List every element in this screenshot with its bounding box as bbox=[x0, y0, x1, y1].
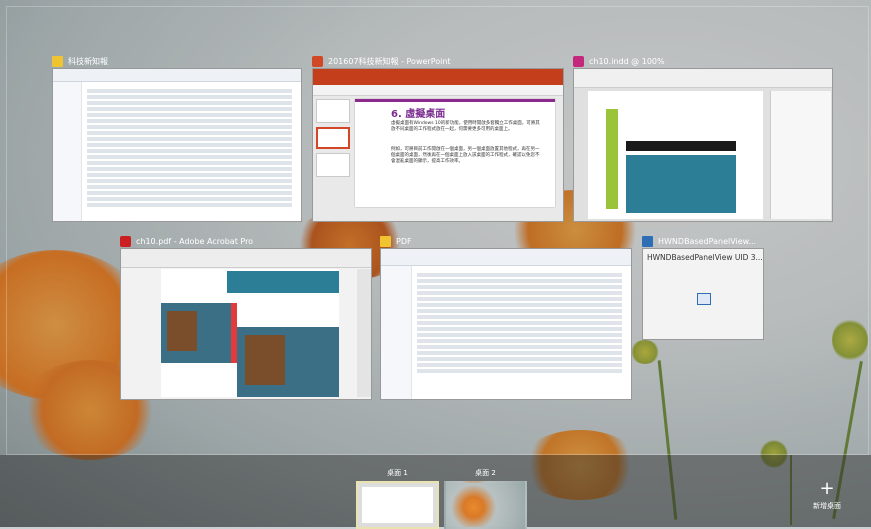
indesign-icon bbox=[573, 55, 584, 67]
powerpoint-icon bbox=[312, 55, 323, 67]
window-tile-hwnd-panel[interactable]: HWNDBasedPanelView... HWNDBasedPanelView… bbox=[642, 232, 772, 342]
desktop-2[interactable]: 桌面 2 bbox=[444, 468, 527, 529]
new-desktop-label: 新增桌面 bbox=[813, 502, 841, 510]
window-tile-explorer[interactable]: 科技新知報 bbox=[52, 52, 302, 222]
window-title: HWNDBasedPanelView... bbox=[658, 236, 757, 246]
window-preview: HWNDBasedPanelView UID 3... bbox=[642, 248, 764, 340]
slide-heading: 6. 虛擬桌面 bbox=[391, 109, 446, 120]
desktop-thumbnail[interactable] bbox=[444, 481, 527, 529]
folder-icon bbox=[380, 235, 391, 247]
slide-bullet: 虛擬桌面有Windows 10的新功能，使用時開啟多套獨立工作桌面，可將其放不同… bbox=[391, 121, 540, 132]
window-preview bbox=[573, 68, 833, 222]
window-title: 201607科技新知報 - PowerPoint bbox=[328, 56, 451, 66]
slide-bullet: 例如，可將目前工作開啟在一個桌面，另一個桌面放置其他程式，再在另一個桌面的桌面，… bbox=[391, 147, 540, 164]
window-tile-powerpoint[interactable]: 201607科技新知報 - PowerPoint 6. 虛擬桌面 虛擬桌面有Wi… bbox=[312, 52, 564, 222]
panel-caption: HWNDBasedPanelView UID 3... bbox=[647, 253, 762, 262]
window-title: PDF bbox=[396, 236, 412, 246]
generic-app-icon bbox=[642, 235, 653, 247]
window-preview bbox=[52, 68, 302, 222]
window-title: 科技新知報 bbox=[68, 56, 108, 66]
desktop-thumbnail[interactable] bbox=[356, 481, 439, 529]
desktop-1[interactable]: 桌面 1 bbox=[356, 468, 439, 529]
window-tile-pdf-folder[interactable]: PDF bbox=[380, 232, 632, 402]
window-preview: 6. 虛擬桌面 虛擬桌面有Windows 10的新功能，使用時開啟多套獨立工作桌… bbox=[312, 68, 564, 222]
window-title: ch10.pdf - Adobe Acrobat Pro bbox=[136, 236, 254, 246]
virtual-desktop-bar: 桌面 1 桌面 2 + 新增桌面 bbox=[0, 455, 871, 529]
desktop-label: 桌面 1 bbox=[387, 469, 408, 477]
plus-icon: + bbox=[819, 478, 835, 499]
acrobat-icon bbox=[120, 235, 131, 247]
window-tile-acrobat[interactable]: ch10.pdf - Adobe Acrobat Pro bbox=[120, 232, 372, 402]
app-glyph-icon bbox=[697, 293, 711, 305]
new-desktop-button[interactable]: + 新增桌面 bbox=[799, 480, 855, 511]
window-preview bbox=[380, 248, 632, 400]
desktop-label: 桌面 2 bbox=[475, 469, 496, 477]
window-title: ch10.indd @ 100% bbox=[589, 56, 665, 66]
window-tile-indesign[interactable]: ch10.indd @ 100% bbox=[573, 52, 833, 222]
folder-icon bbox=[52, 55, 63, 67]
window-preview bbox=[120, 248, 372, 400]
